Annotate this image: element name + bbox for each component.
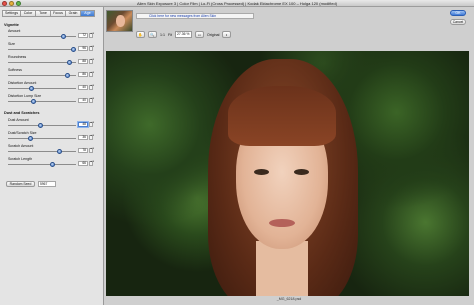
scratch-length-slider[interactable] bbox=[8, 162, 76, 167]
tab-grain[interactable]: Grain bbox=[65, 10, 80, 17]
tab-bar: Settings Color Tone Focus Grain Age bbox=[2, 10, 95, 17]
preview-image[interactable] bbox=[106, 51, 469, 296]
slider-label: Softness bbox=[8, 68, 22, 72]
photo-eye-left bbox=[254, 169, 269, 175]
thumbnail-face bbox=[116, 15, 125, 27]
tab-settings[interactable]: Settings bbox=[2, 10, 20, 17]
tab-focus[interactable]: Focus bbox=[50, 10, 65, 17]
messages-link[interactable]: Click here for new messages from Alien S… bbox=[136, 13, 254, 19]
random-seed-button[interactable]: Random Seed bbox=[6, 181, 35, 187]
settings-panel: Settings Color Tone Focus Grain Age Vign… bbox=[0, 7, 104, 305]
preview-area: Click here for new messages from Alien S… bbox=[104, 7, 474, 305]
dust-scratch-size-value[interactable]: 36 bbox=[78, 135, 88, 140]
scratch-length-stepper[interactable]: ▲▼ bbox=[89, 161, 94, 166]
slider-knob[interactable] bbox=[38, 123, 44, 128]
photo-eye-right bbox=[294, 169, 309, 175]
slider-knob[interactable] bbox=[31, 99, 37, 104]
slider-label: Dust/Scratch Size bbox=[8, 131, 37, 135]
magnifier-icon: 🔍 bbox=[150, 32, 155, 37]
size-stepper[interactable]: ▲▼ bbox=[89, 46, 94, 51]
slider-knob[interactable] bbox=[49, 162, 55, 167]
slider-knob[interactable] bbox=[60, 34, 66, 39]
slider-knob[interactable] bbox=[70, 47, 76, 52]
slider-knob[interactable] bbox=[56, 149, 62, 154]
window-titlebar: Alien Skin Exposure 3 | Color Film | Lo-… bbox=[0, 0, 474, 7]
preview-thumbnail[interactable] bbox=[106, 10, 133, 32]
size-slider[interactable] bbox=[8, 47, 76, 52]
distortion-amount-slider[interactable] bbox=[8, 86, 76, 91]
amount-stepper[interactable]: ▲▼ bbox=[89, 33, 94, 38]
cancel-button[interactable]: Cancel bbox=[450, 19, 466, 25]
tab-color[interactable]: Color bbox=[20, 10, 35, 17]
window-title: Alien Skin Exposure 3 | Color Film | Lo-… bbox=[136, 1, 338, 6]
slider-label: Distortion Amount bbox=[8, 81, 37, 85]
hand-tool-button[interactable]: ✋ bbox=[136, 31, 145, 38]
softness-slider[interactable] bbox=[8, 73, 76, 78]
size-value[interactable]: 96 bbox=[78, 46, 88, 51]
zoom-tool-button[interactable]: 🔍 bbox=[148, 31, 157, 38]
zoom-select[interactable]: 27.36 % bbox=[175, 31, 192, 38]
photo-lips bbox=[269, 219, 295, 227]
compare-icon: ◐ bbox=[225, 32, 228, 37]
filename-label: _MG_6218.psd bbox=[276, 297, 302, 301]
dust-scratch-size-stepper[interactable]: ▲▼ bbox=[89, 135, 94, 140]
distortion-amount-stepper[interactable]: ▲▼ bbox=[89, 85, 94, 90]
slider-label: Scratch Length bbox=[8, 157, 33, 161]
distortion-lump-size-stepper[interactable]: ▲▼ bbox=[89, 98, 94, 103]
amount-slider[interactable] bbox=[8, 34, 76, 39]
slider-knob[interactable] bbox=[28, 86, 34, 91]
scratch-length-value[interactable]: 66 bbox=[78, 161, 88, 166]
random-seed-input[interactable]: 5967 bbox=[38, 181, 56, 187]
dust-scratch-size-slider[interactable] bbox=[8, 136, 76, 141]
softness-value[interactable]: 86 bbox=[78, 72, 88, 77]
slider-knob[interactable] bbox=[67, 60, 73, 65]
softness-stepper[interactable]: ▲▼ bbox=[89, 72, 94, 77]
tab-tone[interactable]: Tone bbox=[35, 10, 50, 17]
tab-age[interactable]: Age bbox=[80, 10, 95, 17]
slider-knob[interactable] bbox=[27, 136, 33, 141]
roundness-slider[interactable] bbox=[8, 60, 76, 65]
slider-label: Distortion Lump Size bbox=[8, 94, 42, 98]
scratch-amount-value[interactable]: 78 bbox=[78, 148, 88, 153]
slider-label: Size bbox=[8, 42, 15, 46]
split-view-icon: ▭ bbox=[197, 32, 202, 37]
distortion-amount-value[interactable]: 40 bbox=[78, 85, 88, 90]
scratch-amount-stepper[interactable]: ▲▼ bbox=[89, 148, 94, 153]
dust-scratches-heading: Dust and Scratches bbox=[4, 111, 40, 115]
roundness-stepper[interactable]: ▲▼ bbox=[89, 59, 94, 64]
dust-amount-slider[interactable] bbox=[8, 123, 76, 128]
hand-icon: ✋ bbox=[138, 32, 143, 37]
split-view-button[interactable]: ▭ bbox=[195, 31, 204, 38]
photo-neck bbox=[256, 241, 308, 296]
amount-value[interactable]: 72 bbox=[78, 33, 88, 38]
ok-button[interactable]: OK bbox=[450, 10, 466, 16]
ratio-button[interactable]: 1:1 bbox=[160, 33, 165, 37]
distortion-lump-size-value[interactable]: 40 bbox=[78, 98, 88, 103]
slider-knob[interactable] bbox=[65, 73, 71, 78]
preview-toolbar: ✋ 🔍 1:1 Fit 27.36 % ▭ Original ◐ bbox=[136, 31, 232, 38]
scratch-amount-slider[interactable] bbox=[8, 149, 76, 154]
slider-label: Scratch Amount bbox=[8, 144, 34, 148]
fit-button[interactable]: Fit bbox=[168, 33, 172, 37]
slider-label: Amount bbox=[8, 29, 21, 33]
slider-label: Roundness bbox=[8, 55, 27, 59]
roundness-value[interactable]: 88 bbox=[78, 59, 88, 64]
dust-amount-value[interactable]: 48 bbox=[78, 122, 88, 127]
slider-label: Dust Amount bbox=[8, 118, 29, 122]
original-button[interactable]: Original bbox=[207, 33, 219, 37]
vignette-heading: Vignette bbox=[4, 23, 19, 27]
photo-bangs bbox=[228, 86, 336, 146]
dust-amount-stepper[interactable]: ▲▼ bbox=[89, 122, 94, 127]
compare-button[interactable]: ◐ bbox=[222, 31, 232, 38]
distortion-lump-size-slider[interactable] bbox=[8, 99, 76, 104]
